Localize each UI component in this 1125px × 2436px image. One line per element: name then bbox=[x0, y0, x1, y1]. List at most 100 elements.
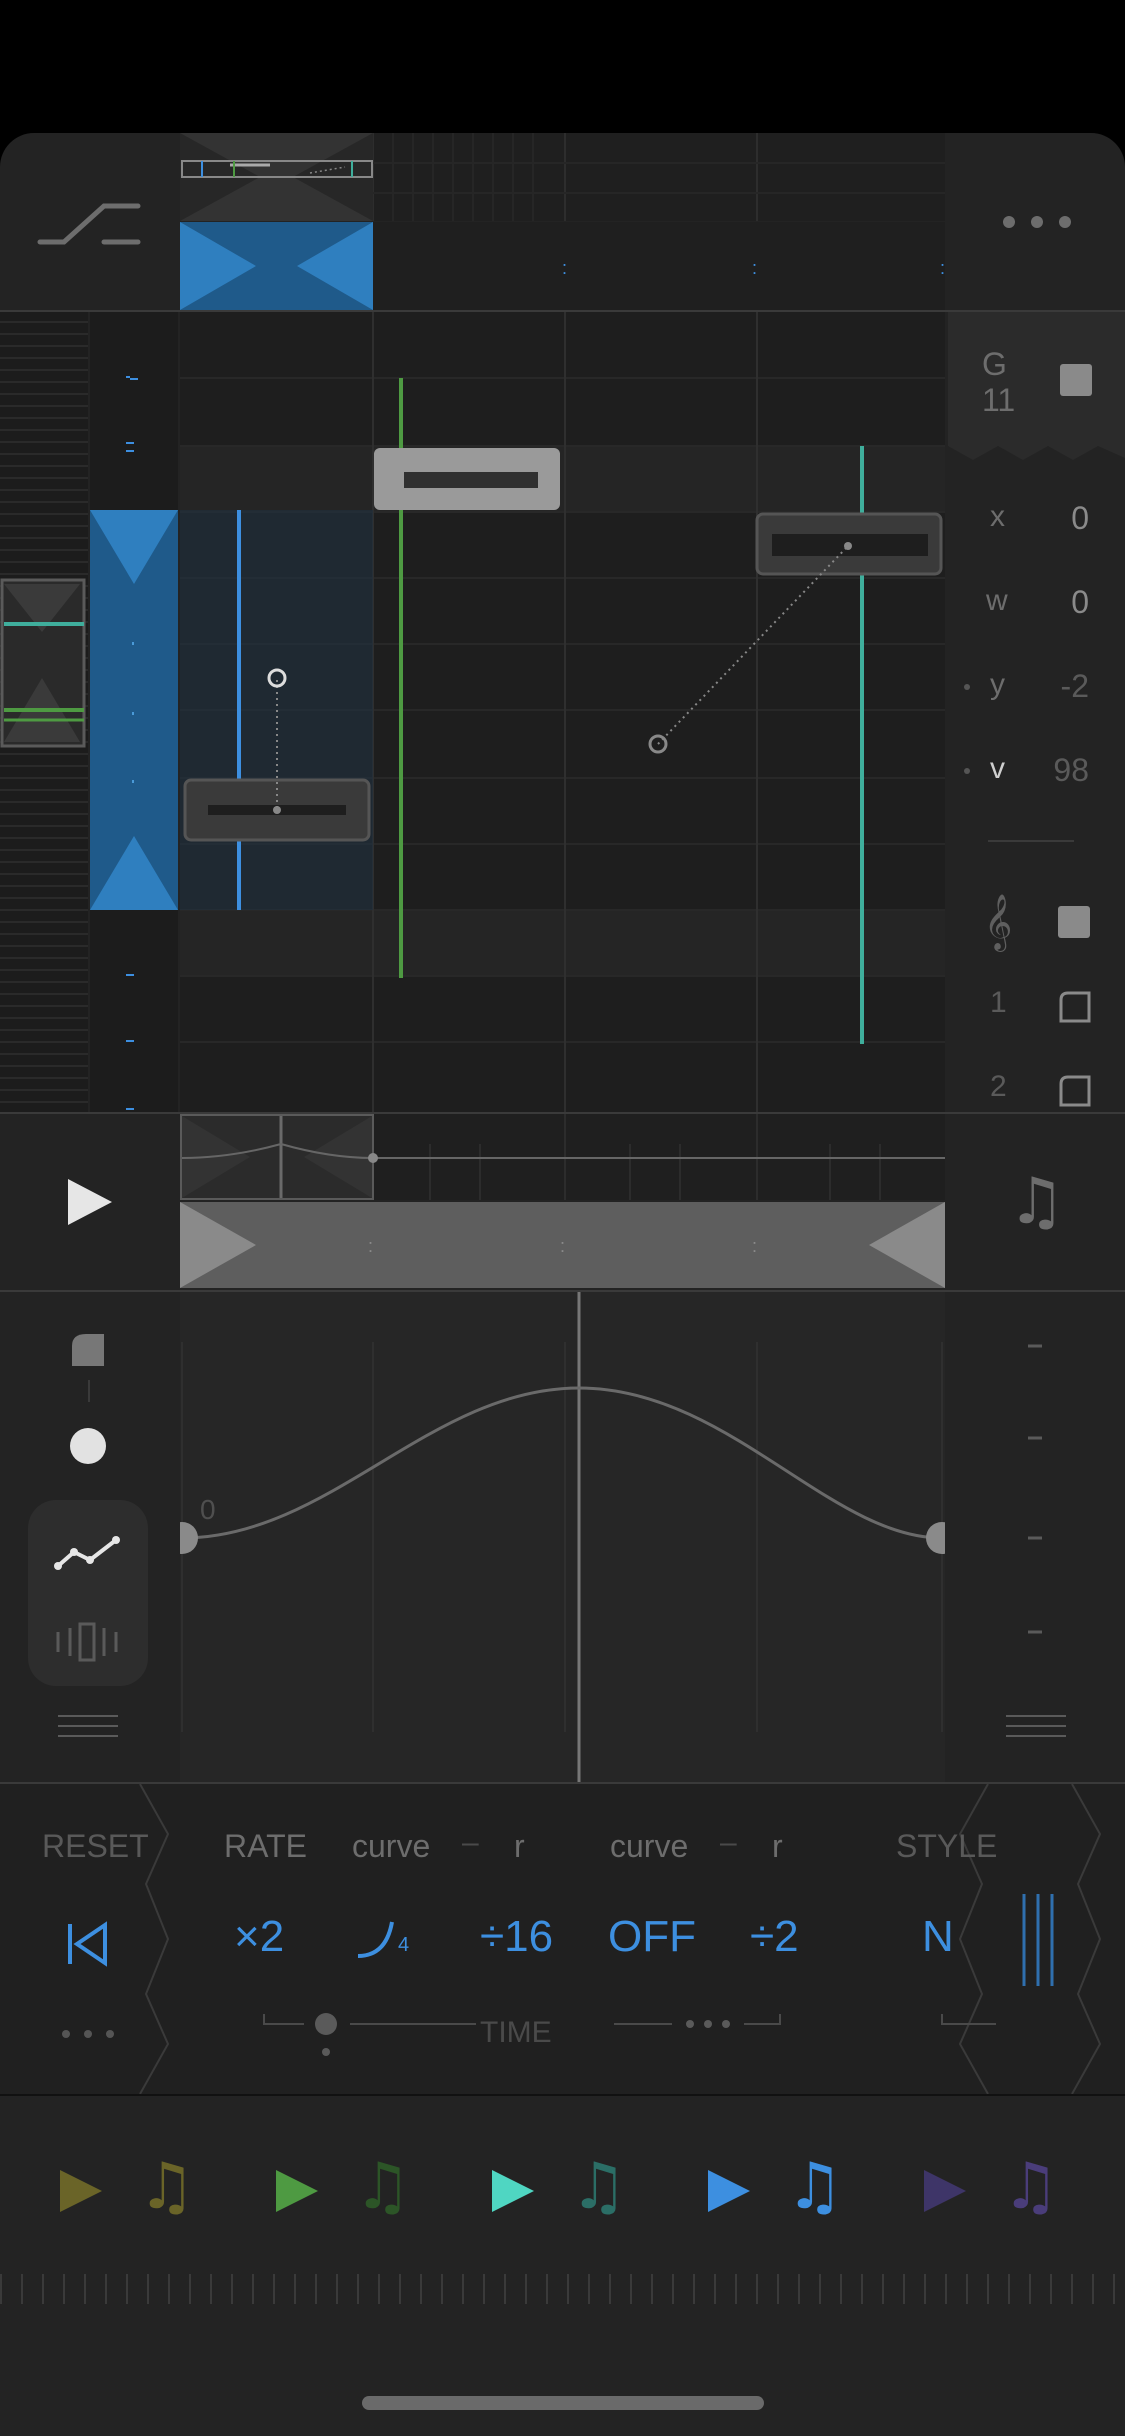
more-menu-button[interactable] bbox=[948, 133, 1125, 311]
param-row-v[interactable]: v 98 bbox=[948, 744, 1125, 804]
dash-2: – bbox=[720, 1826, 737, 1859]
play-icon bbox=[68, 1179, 112, 1225]
play-button[interactable] bbox=[0, 1114, 178, 1290]
track-number: 2 bbox=[990, 1070, 1007, 1103]
style-bracket bbox=[941, 2014, 996, 2025]
reset-label: RESET bbox=[42, 1828, 149, 1864]
skip-back-icon bbox=[68, 1921, 107, 1967]
curve-label-1: curve bbox=[352, 1828, 431, 1864]
note-header[interactable] bbox=[948, 312, 1125, 440]
param-key: w bbox=[986, 584, 1008, 617]
r-value-2[interactable]: ÷2 bbox=[750, 1912, 799, 1962]
music-note-icon: ♫ bbox=[1007, 1165, 1066, 1239]
more-icon bbox=[1002, 216, 1071, 228]
playback-range-bar[interactable]: : : : bbox=[180, 1202, 945, 1288]
player-5[interactable]: ♫ bbox=[914, 2150, 1074, 2230]
track-row-1[interactable]: 1 bbox=[948, 976, 1125, 1036]
envelope-shape-icon bbox=[1059, 991, 1091, 1023]
player-1[interactable]: ♫ bbox=[50, 2150, 210, 2230]
param-row-w[interactable]: w 0 bbox=[948, 576, 1125, 636]
music-note-icon: ♫ bbox=[138, 2150, 196, 2224]
param-dot bbox=[964, 768, 970, 774]
play-icon bbox=[924, 2170, 966, 2212]
mode-switch[interactable] bbox=[28, 1500, 148, 1686]
curve-editor[interactable]: 0 bbox=[166, 1292, 958, 1782]
note-grid[interactable] bbox=[180, 312, 945, 1112]
curve-shape-sub: 4 bbox=[398, 1934, 410, 1956]
dash-1: – bbox=[462, 1826, 479, 1859]
svg-text::: : bbox=[560, 1236, 565, 1256]
play-icon bbox=[276, 2170, 318, 2212]
instrument-button[interactable]: ♫ bbox=[948, 1114, 1125, 1290]
note-name: G bbox=[982, 346, 1007, 382]
style-bars-icon[interactable] bbox=[1018, 1890, 1058, 1990]
curve-shape-icon bbox=[357, 1921, 394, 1958]
loop-range-bar[interactable]: : : : bbox=[180, 222, 945, 310]
automation-mode-button[interactable] bbox=[0, 133, 178, 311]
r-label-2: r bbox=[772, 1828, 783, 1864]
param-key: x bbox=[990, 500, 1005, 533]
curve-label-2: curve bbox=[610, 1828, 689, 1864]
player-2[interactable]: ♫ bbox=[266, 2150, 426, 2230]
play-icon bbox=[492, 2170, 534, 2212]
ramp-icon bbox=[37, 203, 141, 245]
overview-strip[interactable] bbox=[180, 133, 945, 221]
bars-icon[interactable] bbox=[54, 1622, 122, 1662]
param-row-x[interactable]: x 0 bbox=[948, 492, 1125, 552]
play-icon bbox=[60, 2170, 102, 2212]
envelope-shape-icon bbox=[1059, 1075, 1091, 1107]
param-value: -2 bbox=[1060, 668, 1089, 704]
pitch-range-bar[interactable] bbox=[90, 312, 178, 1112]
r-value-1[interactable]: ÷16 bbox=[480, 1912, 553, 1962]
player-4[interactable]: ♫ bbox=[698, 2150, 858, 2230]
connector-line bbox=[88, 1380, 90, 1402]
treble-clef-icon: 𝄞 bbox=[984, 894, 1013, 950]
circle-shape-button[interactable] bbox=[70, 1428, 106, 1464]
home-indicator[interactable] bbox=[362, 2396, 764, 2410]
time-label: TIME bbox=[480, 2016, 552, 2049]
menu-lines-icon[interactable] bbox=[58, 1712, 118, 1742]
rate-value[interactable]: ×2 bbox=[234, 1912, 284, 1962]
line-graph-icon[interactable] bbox=[54, 1530, 122, 1574]
svg-text::: : bbox=[752, 258, 757, 278]
music-note-icon: ♫ bbox=[786, 2150, 844, 2224]
reset-button[interactable] bbox=[40, 1904, 136, 1984]
zigzag-divider bbox=[1071, 1784, 1102, 2094]
music-note-icon: ♫ bbox=[1002, 2150, 1060, 2224]
curve-value-scale bbox=[948, 1292, 1125, 1782]
more-dots-icon[interactable] bbox=[60, 2028, 116, 2040]
rate-label: RATE bbox=[224, 1828, 307, 1864]
svg-text::: : bbox=[368, 1236, 373, 1256]
param-key: y bbox=[990, 668, 1005, 701]
half-circle-shape-icon[interactable] bbox=[70, 1332, 106, 1368]
divider bbox=[988, 840, 1074, 842]
keyboard-strip[interactable] bbox=[0, 312, 88, 1112]
play-icon bbox=[708, 2170, 750, 2212]
music-note-icon: ♫ bbox=[570, 2150, 628, 2224]
r-label-1: r bbox=[514, 1828, 525, 1864]
position-tick-strip[interactable] bbox=[0, 2274, 1125, 2304]
players-row: ♫ ♫ ♫ ♫ ♫ bbox=[0, 2096, 1125, 2436]
music-note-icon: ♫ bbox=[354, 2150, 412, 2224]
param-dot bbox=[964, 684, 970, 690]
curve-value-2[interactable]: OFF bbox=[608, 1912, 696, 1962]
note-octave: 11 bbox=[982, 382, 1016, 418]
note-color-swatch[interactable] bbox=[1060, 364, 1092, 396]
curve-shape-selector-1[interactable]: 4 bbox=[352, 1908, 422, 1968]
player-3[interactable]: ♫ bbox=[482, 2150, 642, 2230]
svg-text::: : bbox=[940, 258, 945, 278]
header-notch bbox=[948, 430, 1125, 460]
param-row-y[interactable]: y -2 bbox=[948, 660, 1125, 720]
curve-tools bbox=[0, 1292, 178, 1782]
menu-lines-icon[interactable] bbox=[1006, 1712, 1066, 1742]
svg-text::: : bbox=[752, 1236, 757, 1256]
param-value: 98 bbox=[1053, 752, 1089, 788]
style-value[interactable]: N bbox=[922, 1912, 954, 1962]
track-row-2[interactable]: 2 bbox=[948, 1060, 1125, 1112]
automation-overview[interactable] bbox=[180, 1114, 945, 1200]
clef-swatch bbox=[1058, 906, 1090, 938]
svg-text::: : bbox=[562, 258, 567, 278]
clef-row[interactable]: 𝄞 bbox=[948, 892, 1125, 952]
param-key: v bbox=[990, 752, 1005, 785]
controls-panel: RESET RATE curve – r curve – r STYLE ×2 … bbox=[0, 1784, 1125, 2094]
